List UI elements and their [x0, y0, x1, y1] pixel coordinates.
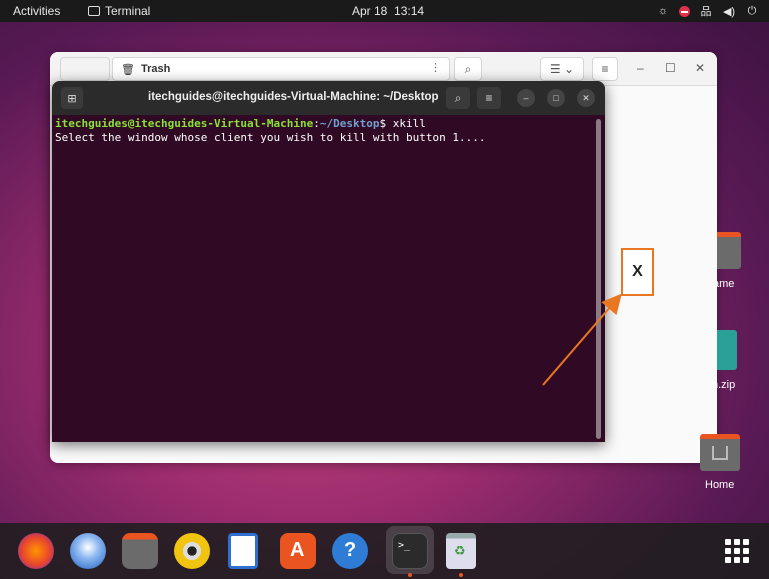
zip-file-icon[interactable] [717, 330, 737, 370]
running-indicator [408, 573, 412, 577]
clock[interactable]: Apr 18 13:14 [352, 4, 424, 18]
clock-date: Apr 18 [352, 4, 388, 18]
firefox-icon[interactable] [18, 533, 54, 569]
navigation-buttons[interactable] [60, 57, 110, 81]
new-tab-icon: ⊞ [67, 92, 77, 105]
terminal-output[interactable]: itechguides@itechguides-Virtual-Machine:… [55, 117, 485, 145]
network-icon: 品 [700, 6, 712, 18]
rhythmbox-icon[interactable] [174, 533, 210, 569]
top-bar: Activities Terminal Apr 18 13:14 ☼ 品 ◀) … [0, 0, 769, 22]
help-glyph: ? [344, 539, 357, 561]
prompt-dollar: $ [379, 117, 393, 130]
minimize-button[interactable]: – [637, 61, 644, 75]
software-center-icon[interactable]: A [280, 533, 316, 569]
terminal-close-button[interactable]: ✕ [577, 89, 595, 107]
minimize-icon: – [523, 93, 529, 103]
software-center-glyph: A [290, 539, 305, 561]
help-icon[interactable]: ? [332, 533, 368, 569]
terminal-scrollbar[interactable] [596, 119, 601, 439]
terminal-prompt-glyph: >_ [398, 540, 411, 551]
activities-button[interactable]: Activities [13, 4, 60, 18]
hamburger-icon: ≡ [601, 62, 609, 76]
maximize-button[interactable]: ☐ [665, 61, 676, 75]
power-icon: ⏻ [747, 4, 757, 17]
app-menu-label: Terminal [105, 4, 151, 18]
close-button[interactable]: ✕ [695, 61, 705, 75]
command-text: xkill [392, 117, 426, 130]
path-menu-icon[interactable]: ⋮ [430, 61, 441, 74]
new-tab-button[interactable]: ⊞ [61, 87, 83, 109]
clock-time: 13:14 [394, 4, 425, 18]
libreoffice-writer-icon[interactable] [228, 533, 258, 569]
search-button[interactable]: ⌕ [454, 57, 482, 81]
path-bar[interactable]: 🗑 Trash ⋮ [112, 57, 450, 81]
trash-icon: 🗑 [121, 63, 135, 76]
search-icon: ⌕ [464, 61, 472, 76]
thunderbird-icon[interactable] [70, 533, 106, 569]
dock: A ? >_ ♻ [0, 523, 769, 579]
menu-button[interactable]: ≡ [592, 57, 618, 81]
hamburger-icon: ≡ [485, 91, 493, 105]
recycle-icon: ♻ [454, 543, 466, 558]
xkill-cursor-glyph: X [632, 263, 643, 280]
system-tray[interactable]: ☼ 品 ◀) ⏻ [656, 3, 759, 19]
brightness-icon: ☼ [657, 5, 669, 17]
terminal-window[interactable]: ⊞ itechguides@itechguides-Virtual-Machin… [52, 81, 605, 442]
command-output: Select the window whose client you wish … [55, 131, 486, 144]
close-icon: ✕ [582, 92, 590, 103]
terminal-minimize-button[interactable]: – [517, 89, 535, 107]
list-view-icon: ☰ ⌄ [549, 62, 575, 76]
do-not-disturb-icon [679, 5, 690, 17]
app-menu[interactable]: Terminal [88, 4, 150, 18]
trash-dock-icon[interactable]: ♻ [446, 533, 476, 569]
xkill-cursor-marker: X [621, 248, 654, 296]
terminal-title: itechguides@itechguides-Virtual-Machine:… [148, 91, 439, 103]
view-toggle-button[interactable]: ☰ ⌄ [540, 57, 584, 81]
desktop-icon-label: ame [713, 278, 735, 290]
volume-icon: ◀) [722, 5, 736, 18]
terminal-search-button[interactable]: ⌕ [446, 87, 470, 109]
home-label: Home [705, 479, 735, 491]
search-icon: ⌕ [454, 90, 462, 105]
terminal-dock-icon[interactable]: >_ [392, 533, 428, 569]
prompt-separator: : [313, 117, 320, 130]
home-folder-icon[interactable] [700, 434, 740, 471]
path-label: Trash [140, 63, 171, 75]
terminal-menu-button[interactable]: ≡ [477, 87, 501, 109]
terminal-titlebar[interactable]: ⊞ itechguides@itechguides-Virtual-Machin… [52, 81, 605, 115]
prompt-path: ~/Desktop [319, 117, 380, 130]
maximize-icon: □ [553, 93, 559, 103]
desktop-icon-label: n.zip [712, 379, 736, 391]
terminal-icon [88, 6, 100, 16]
folder-icon[interactable] [717, 232, 741, 269]
files-icon[interactable] [122, 533, 158, 569]
show-applications-icon[interactable] [725, 539, 749, 563]
prompt-user: itechguides@itechguides-Virtual-Machine [55, 117, 314, 130]
running-indicator [459, 573, 463, 577]
terminal-maximize-button[interactable]: □ [547, 89, 565, 107]
